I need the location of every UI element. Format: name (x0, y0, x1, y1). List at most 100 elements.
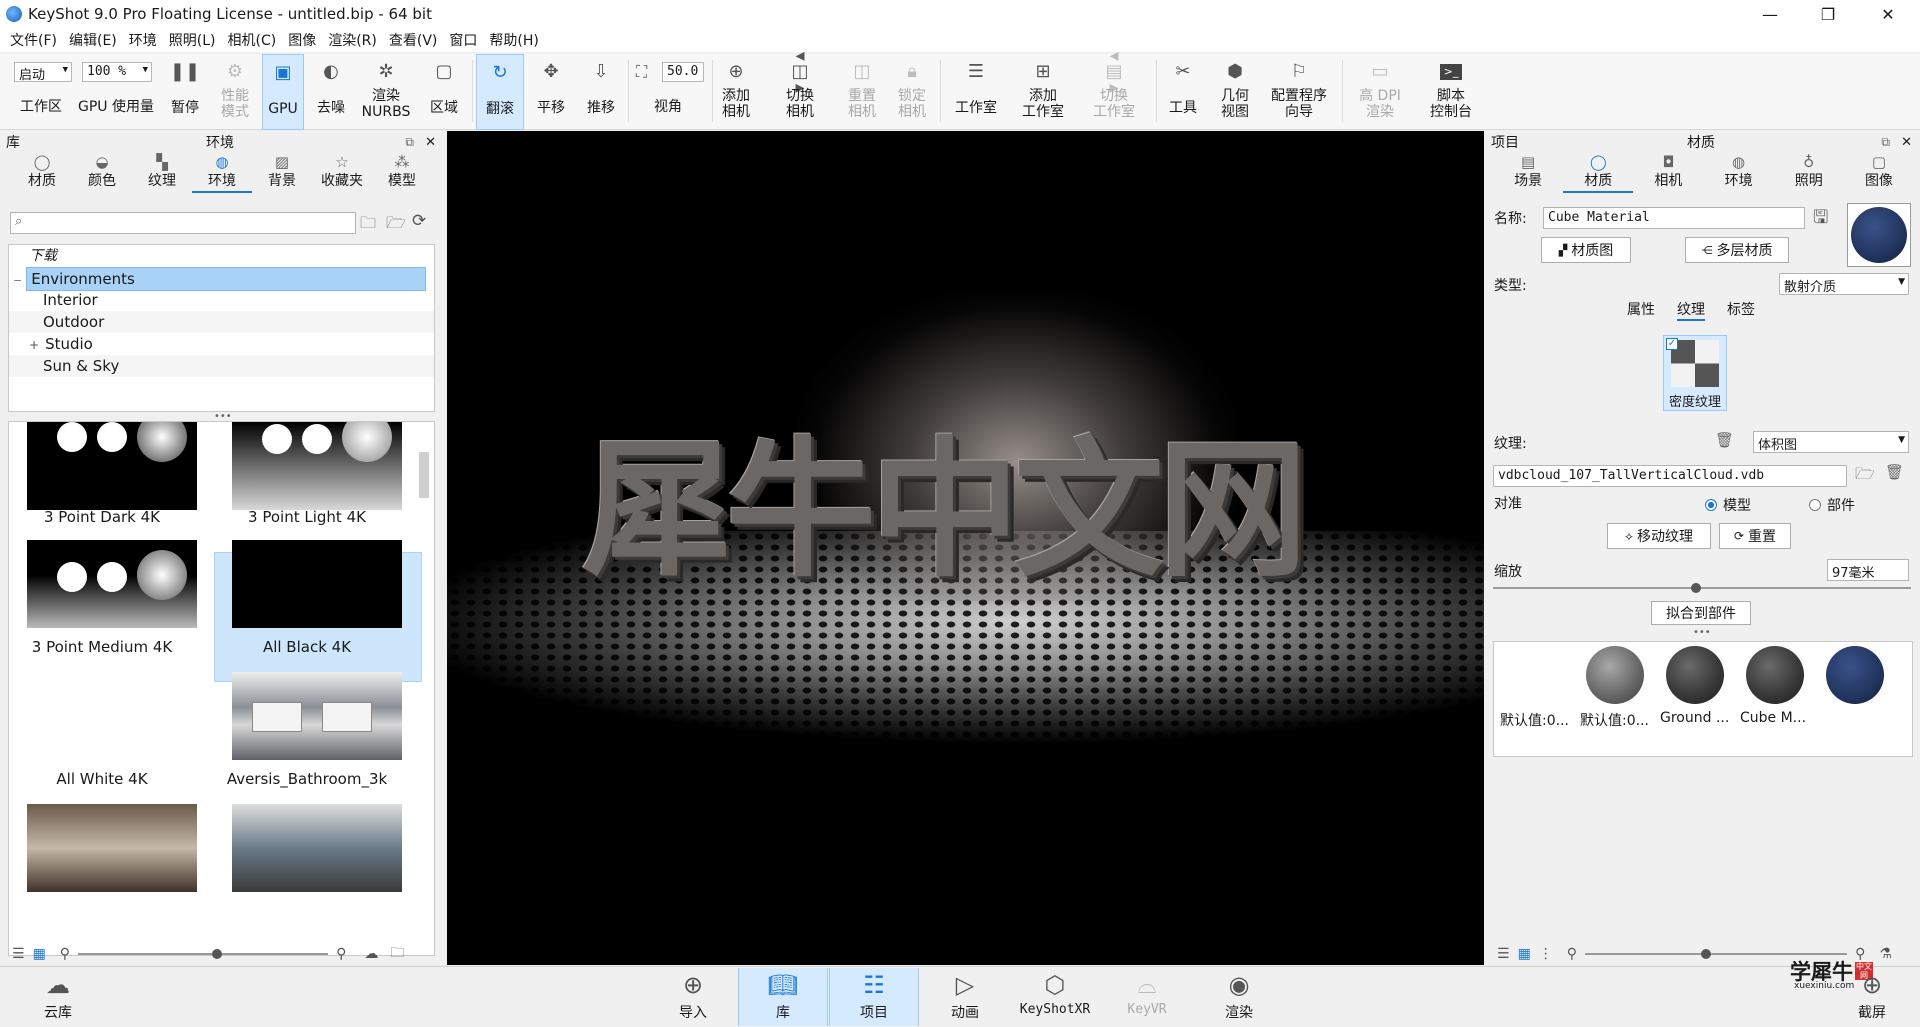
add-folder-icon[interactable]: 🗀 (360, 212, 376, 239)
subtab-properties[interactable]: 属性 (1627, 299, 1655, 321)
tab-image[interactable]: ▢ 图像 (1844, 153, 1914, 193)
tab-colors[interactable]: ◒ 颜色 (72, 153, 132, 193)
hierarchy-view-icon[interactable]: ⋮ (1539, 946, 1553, 962)
upload-cloud-icon[interactable]: ☁ (364, 946, 378, 962)
zoom-out-icon[interactable]: ⚲ (60, 946, 70, 962)
open-folder-icon[interactable]: 🗁 (1855, 463, 1875, 490)
scale-input[interactable]: 97毫米 (1827, 559, 1909, 581)
reset-camera-button[interactable]: ◫ 重置 相机 (842, 54, 882, 130)
animation-button[interactable]: ▷ 动画 (942, 968, 988, 1026)
tree-item-environments[interactable]: − Environments (9, 267, 434, 291)
high-dpi-render-button[interactable]: ▭ 高 DPI 渲染 (1350, 54, 1410, 130)
menu-window[interactable]: 窗口 (443, 30, 483, 50)
library-search-input[interactable]: ⌕ (10, 212, 356, 234)
close-button[interactable]: ✕ (1860, 0, 1916, 28)
denoise-button[interactable]: ◐ 去噪 (310, 54, 352, 130)
list-view-icon[interactable]: ☰ (12, 946, 25, 962)
thumb-3-point-light[interactable] (232, 422, 402, 510)
region-button[interactable]: ▢ 区域 (422, 54, 466, 130)
density-texture-slot[interactable]: 密度纹理 ✓ (1663, 335, 1727, 411)
studio-button[interactable]: ☰ 工作室 (948, 54, 1004, 130)
switch-studio-button[interactable]: ◂ ▤ ▸ 切换 工作室 (1078, 47, 1150, 130)
menu-camera[interactable]: 相机(C) (222, 30, 283, 50)
menu-view[interactable]: 查看(V) (383, 30, 444, 50)
texture-enabled-checkbox[interactable]: ✓ (1666, 338, 1678, 350)
render-nurbs-button[interactable]: ✲ 渲染 NURBS (358, 54, 414, 130)
thumb-3-point-dark[interactable] (27, 422, 197, 510)
scale-slider[interactable] (1493, 583, 1911, 593)
material-type-dropdown[interactable]: 散射介质 ▼ (1779, 273, 1909, 295)
menu-help[interactable]: 帮助(H) (483, 30, 544, 50)
material-swatch-default-2[interactable] (1666, 646, 1724, 704)
menu-lighting[interactable]: 照明(L) (163, 30, 222, 50)
float-panel-icon[interactable]: ⧉ (405, 135, 414, 150)
filter-icon[interactable]: ⚗ (1879, 946, 1892, 962)
render-viewport[interactable]: 犀牛中文网 (447, 131, 1484, 965)
add-camera-button[interactable]: ⊕ 添加 相机 (716, 54, 756, 130)
material-swatch-default-1[interactable] (1586, 646, 1644, 704)
move-texture-button[interactable]: ⟡ 移动纹理 (1607, 523, 1711, 549)
pan-button[interactable]: ✥ 平移 (530, 54, 572, 130)
tab-environments[interactable]: ◍ 环境 (192, 153, 252, 193)
dolly-button[interactable]: ⇩ 推移 (580, 54, 622, 130)
tools-button[interactable]: ✂ 工具 (1162, 54, 1204, 130)
lock-camera-button[interactable]: 🔒︎ 锁定 相机 (892, 54, 932, 130)
swatch-size-slider[interactable] (1585, 949, 1848, 959)
keyshotxr-button[interactable]: ⬡ KeyShotXR (1016, 968, 1094, 1026)
tab-textures[interactable]: ▚ 纹理 (132, 153, 192, 193)
config-wizard-button[interactable]: ⚐ 配置程序 向导 (1264, 54, 1334, 130)
list-view-icon[interactable]: ☰ (1497, 946, 1510, 962)
fov-input[interactable]: 50.0 (662, 62, 704, 82)
import-folder-icon[interactable]: 🗁 (386, 212, 406, 239)
pause-button[interactable]: ❚❚ 暂停 (164, 54, 206, 130)
keyvr-button[interactable]: ⌓ KeyVR (1124, 968, 1170, 1026)
gpu-button[interactable]: ▣ GPU (262, 54, 304, 130)
tab-environment[interactable]: ◍ 环境 (1704, 153, 1774, 193)
trash-icon[interactable]: 🗑 (1715, 431, 1734, 449)
tree-item-interior[interactable]: Interior (9, 289, 434, 311)
menu-image[interactable]: 图像 (282, 30, 322, 50)
thumbnail-size-slider[interactable] (78, 949, 329, 959)
material-swatch-cube[interactable] (1826, 646, 1884, 704)
thumb-showroom-environment[interactable] (232, 804, 402, 892)
cloud-library-button[interactable]: ☁ 云库 (36, 968, 80, 1026)
tab-favorites[interactable]: ☆ 收藏夹 (312, 153, 372, 193)
thumb-hall-environment[interactable] (27, 804, 197, 892)
switch-camera-button[interactable]: ◂ ◫ ▸ 切换 相机 (764, 47, 836, 130)
thumb-all-black[interactable] (232, 540, 402, 628)
tab-materials[interactable]: ◯ 材质 (12, 153, 72, 193)
workspace-dropdown[interactable]: 启动 ▼ (14, 62, 72, 83)
tree-item-outdoor[interactable]: Outdoor (9, 311, 434, 333)
tab-models[interactable]: ⁂ 模型 (372, 153, 432, 193)
close-panel-icon[interactable]: ✕ (1901, 135, 1912, 150)
cpu-usage-dropdown[interactable]: 100 % ▼ (82, 62, 152, 82)
refresh-icon[interactable]: ⟳ (412, 211, 426, 231)
tree-item-sun-sky[interactable]: Sun & Sky (9, 355, 434, 377)
script-console-button[interactable]: >_ 脚本 控制台 (1420, 54, 1482, 130)
align-model-radio[interactable]: 模型 (1705, 495, 1751, 515)
tab-scene[interactable]: ▤ 场景 (1493, 153, 1563, 193)
scale-slider-thumb[interactable] (1691, 583, 1701, 593)
tree-item-downloads[interactable]: 下载 (9, 245, 434, 267)
minimize-button[interactable]: — (1742, 0, 1798, 28)
grid-view-icon[interactable]: ▦ (1518, 946, 1531, 962)
splitter-handle-icon[interactable]: ••• (1693, 627, 1711, 638)
render-button[interactable]: ◉ 渲染 (1216, 968, 1262, 1026)
thumb-3-point-medium[interactable] (27, 540, 197, 628)
texture-file-field[interactable]: vdbcloud_107_TallVerticalCloud.vdb (1493, 465, 1847, 487)
tab-lighting[interactable]: ♁ 照明 (1774, 153, 1844, 193)
add-studio-button[interactable]: ⊞ 添加 工作室 (1014, 54, 1072, 130)
align-part-radio[interactable]: 部件 (1809, 495, 1855, 515)
thumb-aversis-bathroom[interactable] (232, 672, 402, 760)
tab-backplates[interactable]: ▨ 背景 (252, 153, 312, 193)
material-swatch-ground[interactable] (1746, 646, 1804, 704)
geometry-view-button[interactable]: ⬢ 几何 视图 (1214, 54, 1256, 130)
import-button[interactable]: ⊕ 导入 (668, 968, 718, 1026)
multi-material-button[interactable]: ⋲ 多层材质 (1685, 237, 1789, 263)
folder-settings-icon[interactable]: 🗀 (390, 942, 404, 966)
thumbnail-scrollbar[interactable] (419, 452, 429, 498)
subtab-labels[interactable]: 标签 (1727, 299, 1755, 321)
save-material-icon[interactable]: 🖫 (1813, 205, 1828, 235)
library-toggle-button[interactable]: 📖︎ 库 (738, 968, 828, 1026)
zoom-out-icon[interactable]: ⚲ (1567, 946, 1577, 962)
